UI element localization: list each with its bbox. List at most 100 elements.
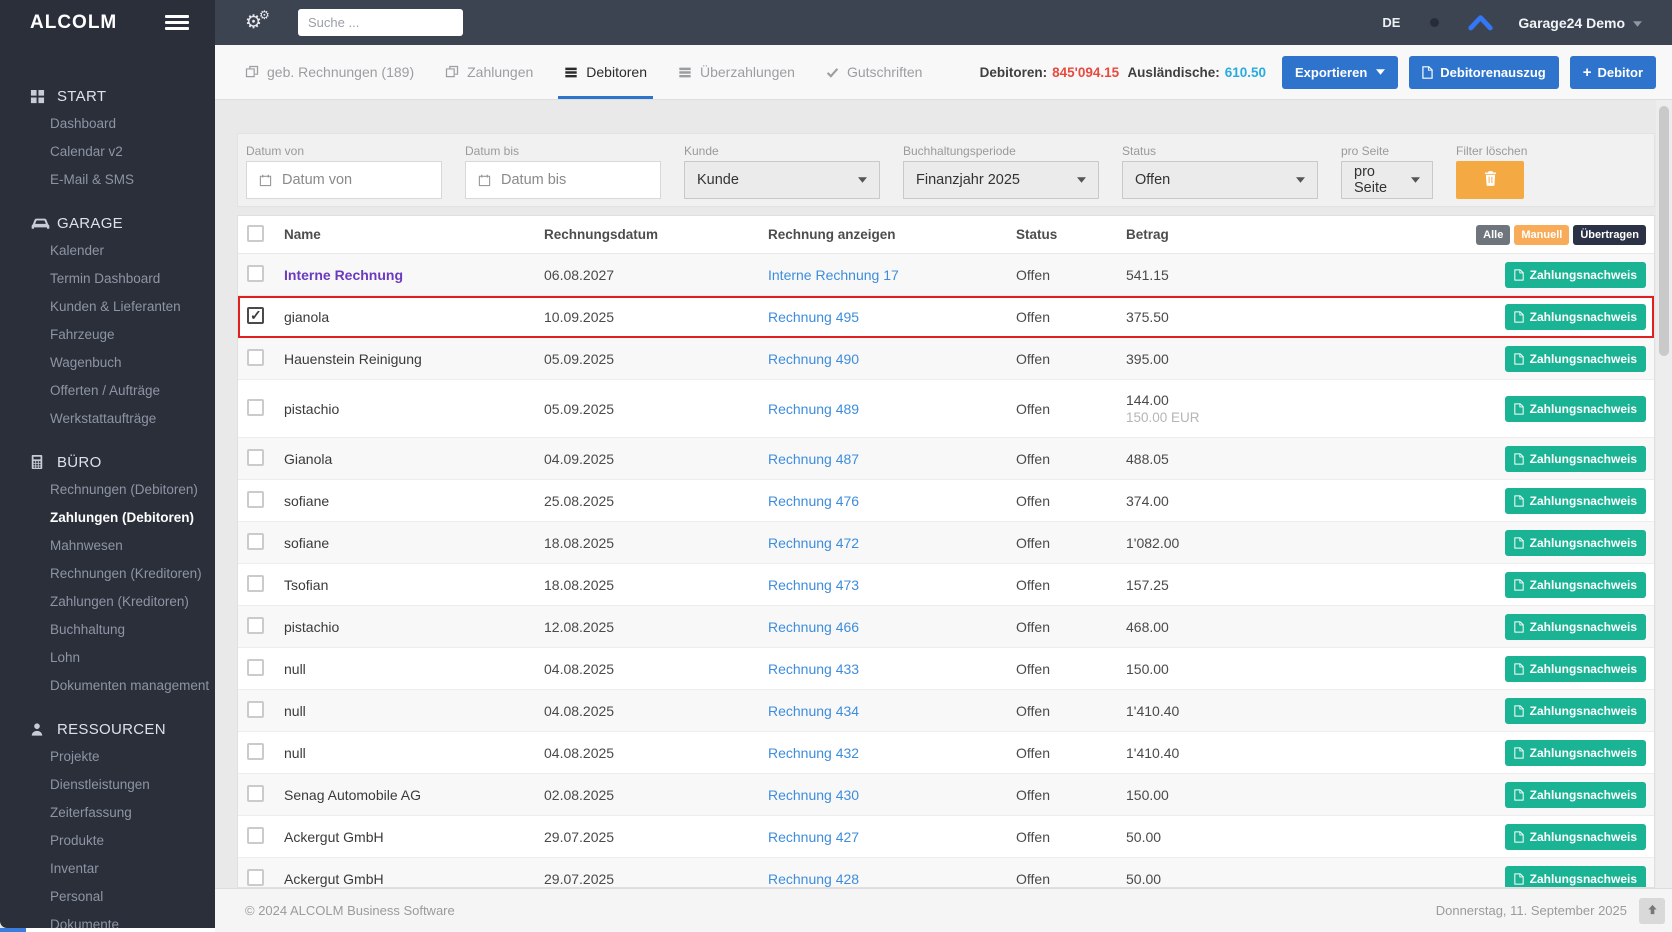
select-all-checkbox[interactable] [247,225,264,242]
badge-übertragen[interactable]: Übertragen [1573,225,1646,245]
tab-debitoren[interactable]: Debitoren [564,45,647,99]
sidebar-section-büro[interactable]: BÜRO [0,448,215,476]
zahlungsnachweis-button[interactable]: Zahlungsnachweis [1505,782,1646,808]
row-checkbox[interactable] [247,533,264,550]
invoice-link[interactable]: Rechnung 476 [768,493,859,509]
badge-alle[interactable]: Alle [1476,225,1510,245]
sidebar-item-fahrzeuge[interactable]: Fahrzeuge [0,321,215,349]
invoice-link[interactable]: Rechnung 427 [768,829,859,845]
sidebar-item-offerten-aufträge[interactable]: Offerten / Aufträge [0,377,215,405]
sidebar-section-start[interactable]: START [0,82,215,110]
column-header-status[interactable]: Status [1016,227,1126,242]
sidebar-item-mahnwesen[interactable]: Mahnwesen [0,532,215,560]
row-name[interactable]: Interne Rechnung [284,267,403,283]
zahlungsnachweis-button[interactable]: Zahlungsnachweis [1505,396,1646,422]
sidebar-item-projekte[interactable]: Projekte [0,743,215,771]
zahlungsnachweis-button[interactable]: Zahlungsnachweis [1505,698,1646,724]
invoice-link[interactable]: Rechnung 490 [768,351,859,367]
debitorenauszug-button[interactable]: Debitorenauszug [1409,56,1558,89]
row-checkbox[interactable] [247,827,264,844]
row-checkbox[interactable] [247,743,264,760]
zahlungsnachweis-button[interactable]: Zahlungsnachweis [1505,572,1646,598]
kunde-select[interactable]: Kunde [684,161,880,199]
hamburger-menu-icon[interactable] [165,12,189,33]
scroll-to-top-button[interactable] [1639,898,1665,924]
row-checkbox[interactable] [247,399,264,416]
sidebar-item-zeiterfassung[interactable]: Zeiterfassung [0,799,215,827]
invoice-link[interactable]: Rechnung 489 [768,401,859,417]
sidebar-item-dienstleistungen[interactable]: Dienstleistungen [0,771,215,799]
vertical-scrollbar-thumb[interactable] [1659,106,1669,356]
sidebar-item-rechnungen-kreditoren[interactable]: Rechnungen (Kreditoren) [0,560,215,588]
invoice-link[interactable]: Interne Rechnung 17 [768,267,899,283]
datum-bis-input[interactable] [501,172,641,188]
zahlungsnachweis-button[interactable]: Zahlungsnachweis [1505,446,1646,472]
tab-überzahlungen[interactable]: Überzahlungen [678,45,795,99]
sidebar-item-calendar-v2[interactable]: Calendar v2 [0,138,215,166]
zahlungsnachweis-button[interactable]: Zahlungsnachweis [1505,488,1646,514]
sidebar-item-zahlungen-kreditoren[interactable]: Zahlungen (Kreditoren) [0,588,215,616]
invoice-link[interactable]: Rechnung 487 [768,451,859,467]
sidebar-item-dashboard[interactable]: Dashboard [0,110,215,138]
search-input[interactable] [298,9,463,36]
language-selector[interactable]: DE [1382,15,1400,30]
chevron-logo-icon[interactable] [1467,14,1494,31]
sidebar-item-buchhaltung[interactable]: Buchhaltung [0,616,215,644]
zahlungsnachweis-button[interactable]: Zahlungsnachweis [1505,824,1646,850]
invoice-link[interactable]: Rechnung 428 [768,871,859,887]
row-checkbox[interactable] [247,491,264,508]
sidebar-item-werkstattaufträge[interactable]: Werkstattaufträge [0,405,215,433]
sidebar-item-kalender[interactable]: Kalender [0,237,215,265]
invoice-link[interactable]: Rechnung 433 [768,661,859,677]
notification-dot-icon[interactable] [1430,18,1439,27]
badge-manuell[interactable]: Manuell [1514,225,1569,245]
row-checkbox[interactable] [247,659,264,676]
sidebar-item-e-mail-sms[interactable]: E-Mail & SMS [0,166,215,194]
invoice-link[interactable]: Rechnung 434 [768,703,859,719]
sidebar-item-kunden-lieferanten[interactable]: Kunden & Lieferanten [0,293,215,321]
tab-zahlungen[interactable]: Zahlungen [445,45,533,99]
row-checkbox[interactable] [247,701,264,718]
export-button[interactable]: Exportieren [1282,56,1398,89]
row-checkbox[interactable] [247,449,264,466]
invoice-link[interactable]: Rechnung 473 [768,577,859,593]
datum-von-input[interactable] [282,172,422,188]
row-checkbox[interactable] [247,265,264,282]
sidebar-item-wagenbuch[interactable]: Wagenbuch [0,349,215,377]
row-checkbox[interactable] [247,617,264,634]
account-menu[interactable]: Garage24 Demo [1518,15,1625,31]
sidebar-item-rechnungen-debitoren[interactable]: Rechnungen (Debitoren) [0,476,215,504]
sidebar-item-dokumente[interactable]: Dokumente [0,911,215,928]
sidebar-item-lohn[interactable]: Lohn [0,644,215,672]
add-debitor-button[interactable]: + Debitor [1570,56,1656,89]
tab-geb-rechnungen-189[interactable]: geb. Rechnungen (189) [245,45,414,99]
settings-gears-icon[interactable]: ⚙⚙ [245,11,275,34]
column-header-betrag[interactable]: Betrag [1126,227,1306,242]
invoice-link[interactable]: Rechnung 466 [768,619,859,635]
invoice-link[interactable]: Rechnung 432 [768,745,859,761]
zahlungsnachweis-button[interactable]: Zahlungsnachweis [1505,740,1646,766]
invoice-link[interactable]: Rechnung 472 [768,535,859,551]
zahlungsnachweis-button[interactable]: Zahlungsnachweis [1505,304,1646,330]
row-checkbox[interactable] [247,349,264,366]
sidebar-item-personal[interactable]: Personal [0,883,215,911]
clear-filters-button[interactable] [1456,161,1524,199]
row-checkbox[interactable] [247,869,264,886]
invoice-link[interactable]: Rechnung 495 [768,309,859,325]
horizontal-scrollbar[interactable] [0,928,215,932]
zahlungsnachweis-button[interactable]: Zahlungsnachweis [1505,346,1646,372]
tab-gutschriften[interactable]: Gutschriften [826,45,922,99]
invoice-link[interactable]: Rechnung 430 [768,787,859,803]
sidebar-item-zahlungen-debitoren[interactable]: Zahlungen (Debitoren) [0,504,215,532]
horizontal-scrollbar-thumb[interactable] [0,928,26,932]
sidebar-item-inventar[interactable]: Inventar [0,855,215,883]
row-checkbox[interactable] [247,575,264,592]
column-header-rechnung-anzeigen[interactable]: Rechnung anzeigen [768,227,1016,242]
sidebar-item-dokumenten-management[interactable]: Dokumenten management [0,672,215,700]
vertical-scrollbar[interactable] [1656,100,1672,888]
column-header-name[interactable]: Name [284,227,544,242]
sidebar-item-termin-dashboard[interactable]: Termin Dashboard [0,265,215,293]
column-header-rechnungsdatum[interactable]: Rechnungsdatum [544,227,768,242]
zahlungsnachweis-button[interactable]: Zahlungsnachweis [1505,656,1646,682]
status-select[interactable]: Offen [1122,161,1318,199]
